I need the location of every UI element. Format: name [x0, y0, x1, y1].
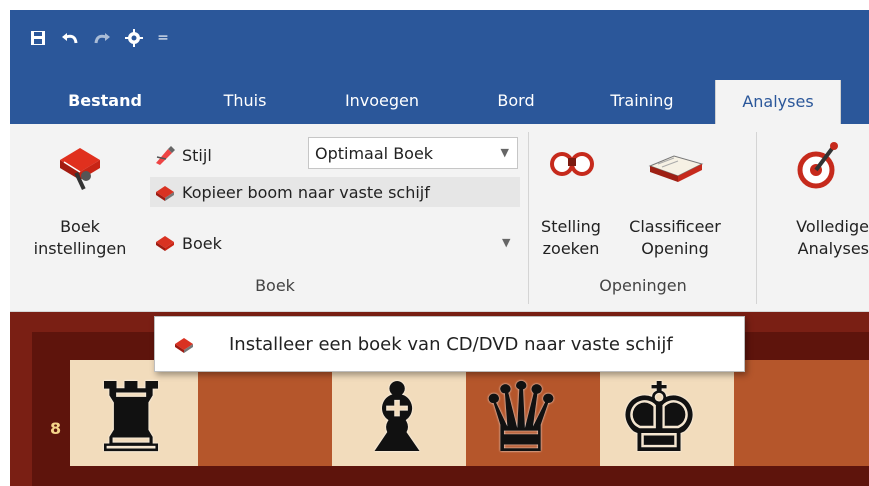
black-bishop-icon[interactable]: ♝: [354, 370, 440, 466]
style-icon: [154, 144, 176, 166]
copy-tree-button[interactable]: Kopieer boom naar vaste schijf: [150, 177, 520, 207]
black-rook-icon[interactable]: ♜: [88, 370, 174, 466]
tab-thuis[interactable]: Thuis: [210, 78, 280, 124]
binoculars-icon: [548, 146, 596, 186]
group-divider-2: [756, 132, 757, 304]
tab-analyses[interactable]: Analyses: [715, 80, 841, 126]
redo-icon[interactable]: [92, 28, 112, 48]
book-label: Boek: [182, 233, 222, 253]
book-chevron-down-icon[interactable]: ▼: [502, 236, 510, 249]
book-group-label: Boek: [255, 276, 295, 295]
board-square[interactable]: [198, 360, 332, 466]
rank-label: 8: [50, 419, 62, 438]
book-settings-label-2: instellingen: [33, 239, 127, 258]
undo-icon[interactable]: [60, 28, 80, 48]
black-queen-icon[interactable]: ♛: [478, 370, 564, 466]
board-square[interactable]: [734, 360, 869, 466]
save-icon[interactable]: [28, 28, 48, 48]
book-settings-icon: [56, 138, 104, 198]
book-settings-button[interactable]: Boek instellingen: [20, 132, 140, 272]
open-book-icon: [648, 146, 704, 190]
classify-label-1: Classificeer: [629, 217, 721, 236]
group-divider: [528, 132, 529, 304]
ribbon: Boek instellingen Stijl Optimaal Boek ▼ …: [10, 124, 869, 312]
style-button[interactable]: Stijl: [154, 140, 212, 170]
book-dropdown-menu: Installeer een boek van CD/DVD naar vast…: [154, 316, 745, 372]
openings-group-label: Openingen: [599, 276, 687, 295]
chevron-down-icon: ▼: [500, 146, 509, 159]
book-settings-label-1: Boek: [60, 217, 100, 236]
tab-bestand[interactable]: Bestand: [50, 78, 160, 124]
full-analysis-button[interactable]: Volledige Analyses: [766, 132, 869, 272]
tab-bord[interactable]: Bord: [486, 78, 546, 124]
full-analysis-label-2: Analyses: [797, 239, 869, 258]
style-label: Stijl: [182, 145, 212, 165]
tab-training[interactable]: Training: [592, 78, 692, 124]
position-search-button[interactable]: Stelling zoeken: [538, 132, 604, 272]
book-copy-icon: [154, 181, 176, 203]
title-bar: =: [10, 10, 869, 78]
install-book-menu-item[interactable]: Installeer een boek van CD/DVD naar vast…: [229, 334, 673, 355]
book-menu-button[interactable]: Boek: [154, 228, 524, 258]
full-analysis-label-1: Volledige: [796, 217, 869, 236]
book-icon: [154, 232, 176, 254]
black-king-icon[interactable]: ♚: [616, 370, 702, 466]
customize-icon[interactable]: =: [153, 28, 173, 48]
analysis-icon: [794, 140, 842, 196]
install-book-icon: [173, 333, 195, 355]
book-style-value: Optimaal Boek: [315, 143, 434, 163]
position-search-label-2: zoeken: [542, 239, 600, 258]
classify-opening-button[interactable]: Classificeer Opening: [606, 132, 744, 272]
ribbon-tabs: Bestand Thuis Invoegen Bord Training Ana…: [10, 78, 869, 126]
engine-icon[interactable]: [124, 28, 144, 48]
position-search-label-1: Stelling: [541, 217, 601, 236]
book-style-dropdown[interactable]: Optimaal Boek ▼: [308, 137, 518, 169]
tab-invoegen[interactable]: Invoegen: [332, 78, 432, 124]
classify-label-2: Opening: [641, 239, 709, 258]
copy-tree-label: Kopieer boom naar vaste schijf: [182, 182, 430, 202]
